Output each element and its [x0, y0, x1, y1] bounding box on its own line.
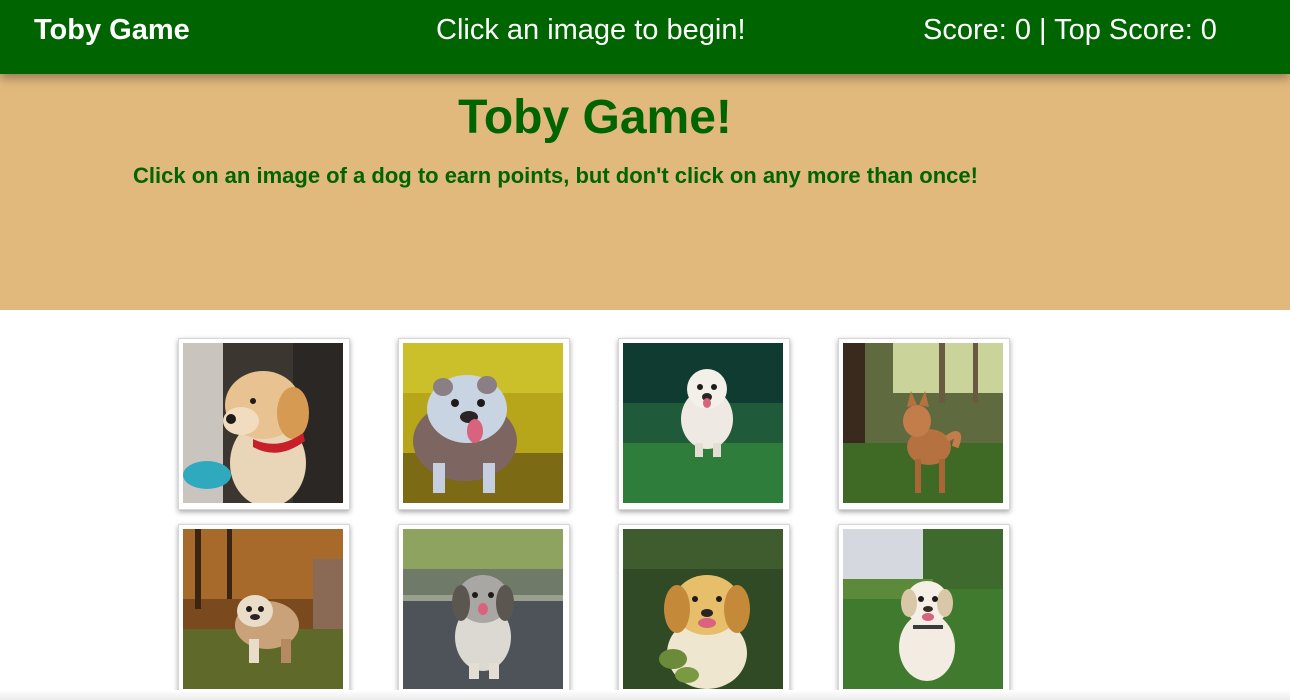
dog-card[interactable]	[838, 338, 1010, 510]
brand-link[interactable]: Toby Game	[34, 14, 190, 47]
golden-retriever-photo	[623, 529, 785, 691]
bulldog-photo	[403, 343, 565, 505]
navbar: Toby Game Click an image to begin! Score…	[0, 0, 1290, 74]
dog-card[interactable]	[618, 338, 790, 510]
dog-card[interactable]	[178, 338, 350, 510]
dog-card[interactable]	[398, 338, 570, 510]
jumbotron: Toby Game! Click on an image of a dog to…	[0, 74, 1290, 310]
shiba-dog-in-forest-photo	[843, 343, 1005, 505]
dog-card[interactable]	[398, 524, 570, 696]
labrador-in-grass-photo	[843, 529, 1005, 691]
shih-tzu-on-road-photo	[403, 529, 565, 691]
dog-card[interactable]	[178, 524, 350, 696]
golden-puppy-photo	[183, 343, 345, 505]
dog-card[interactable]	[618, 524, 790, 696]
white-fluffy-dog-photo	[623, 343, 785, 505]
game-message: Click an image to begin!	[436, 14, 746, 46]
dog-card[interactable]	[838, 524, 1010, 696]
score-display: Score: 0 | Top Score: 0	[923, 14, 1217, 46]
page-bottom-edge	[0, 690, 1290, 700]
bulldog-in-autumn-leaves-photo	[183, 529, 345, 691]
page-title: Toby Game!	[458, 91, 732, 144]
instructions-text: Click on an image of a dog to earn point…	[133, 163, 978, 188]
